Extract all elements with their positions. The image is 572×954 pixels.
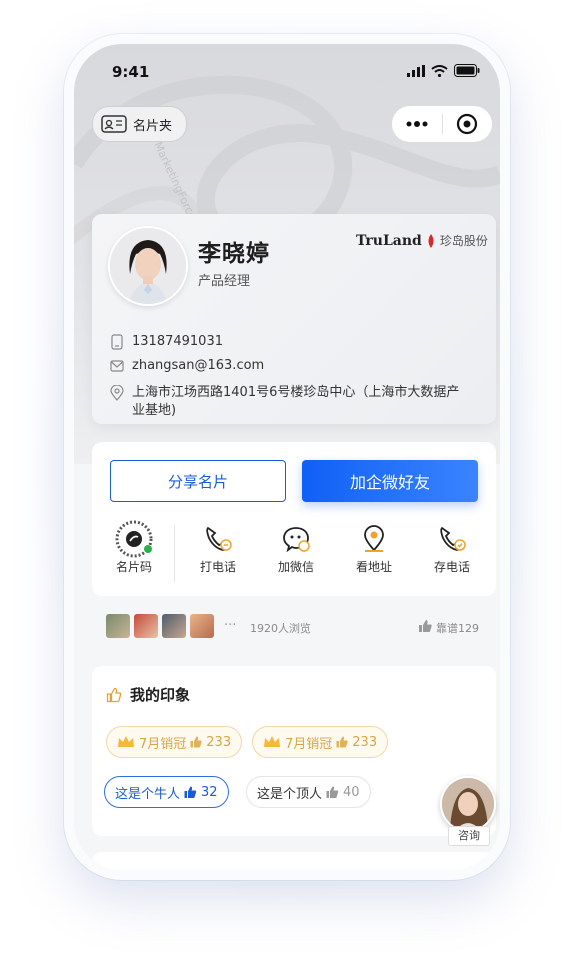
email-address: zhangsan@163.com xyxy=(132,358,265,373)
consult-float-button[interactable]: 咨询 xyxy=(440,776,496,846)
visitor-avatar[interactable] xyxy=(162,614,186,638)
company-logo: TruLand 珍岛股份 xyxy=(356,232,488,249)
avatar-portrait xyxy=(110,228,186,304)
impression-tag[interactable]: 7月销冠 233 xyxy=(106,726,243,758)
consult-label: 咨询 xyxy=(448,826,490,846)
crown-icon xyxy=(118,736,134,747)
consultant-portrait xyxy=(442,778,494,830)
impression-tag[interactable]: 这是个顶人 40 xyxy=(246,776,371,808)
cardholder-button[interactable]: 名片夹 xyxy=(92,106,188,142)
phone-number: 13187491031 xyxy=(132,334,223,349)
action-call[interactable]: 打电话 xyxy=(186,520,250,575)
tag-label: 这是个顶人 xyxy=(257,786,323,802)
impression-title: 我的印象 xyxy=(106,684,190,705)
phone-icon xyxy=(206,526,232,551)
screen: MarketingForce 9:41 名片夹 李晓婷 产品经理 TruLand… xyxy=(74,44,500,870)
email-row[interactable]: zhangsan@163.com xyxy=(110,358,264,374)
thumbs-up-outline-icon xyxy=(106,687,122,702)
visitors-more[interactable]: ··· xyxy=(224,618,236,633)
consultant-avatar xyxy=(440,776,496,832)
watermark-text: MarketingForce xyxy=(151,140,199,222)
action-view-address-label: 看地址 xyxy=(355,560,392,574)
location-pin-icon xyxy=(110,385,124,401)
person-name: 李晓婷 xyxy=(198,241,270,267)
visitors-row: ··· 1920人浏览 靠谱129 xyxy=(88,614,488,642)
logo-flame-icon xyxy=(428,233,434,248)
address-row[interactable]: 上海市江场西路1401号6号楼珍岛中心（上海市大数据产业基地) xyxy=(110,384,470,420)
mail-icon xyxy=(110,360,124,372)
next-section-card xyxy=(92,852,496,870)
avatar[interactable] xyxy=(108,226,188,306)
thumbs-up-icon[interactable] xyxy=(418,619,432,633)
location-icon xyxy=(364,525,384,552)
status-bar: 9:41 xyxy=(74,44,500,94)
qrcode-icon xyxy=(115,520,153,558)
card-holder-icon xyxy=(101,115,127,133)
share-card-button[interactable]: 分享名片 xyxy=(110,460,286,502)
phone-row[interactable]: 13187491031 xyxy=(110,334,223,350)
action-save-phone-label: 存电话 xyxy=(433,560,470,574)
close-miniprogram-button[interactable] xyxy=(443,113,493,135)
wifi-icon xyxy=(431,64,448,77)
save-phone-icon xyxy=(440,526,466,551)
wechat-icon xyxy=(283,527,310,553)
cardholder-label: 名片夹 xyxy=(133,118,173,134)
status-icons xyxy=(407,64,480,77)
tag-count: 32 xyxy=(201,784,218,800)
signal-icon xyxy=(407,64,425,77)
impression-tag-liked[interactable]: 这是个牛人 32 xyxy=(104,776,229,808)
action-call-label: 打电话 xyxy=(199,560,236,574)
action-view-address[interactable]: 看地址 xyxy=(342,520,406,575)
miniprogram-capsule xyxy=(392,106,492,142)
target-close-icon xyxy=(457,113,478,135)
tag-label: 7月销冠 xyxy=(285,736,333,752)
address-text: 上海市江场西路1401号6号楼珍岛中心（上海市大数据产业基地) xyxy=(132,385,460,418)
status-time: 9:41 xyxy=(112,63,150,81)
visitors-count: 1920人浏览 xyxy=(250,622,311,635)
crown-icon xyxy=(264,736,280,747)
action-add-wechat-label: 加微信 xyxy=(277,560,314,574)
thumbs-up-icon xyxy=(326,786,339,798)
likes-count: 靠谱129 xyxy=(436,622,479,635)
actions-panel: 分享名片 加企微好友 名片码 打电话 加微信 看地址 存电话 xyxy=(92,442,496,596)
impression-tag[interactable]: 7月销冠 233 xyxy=(252,726,389,758)
company-name: 珍岛股份 xyxy=(439,234,488,248)
tag-label: 7月销冠 xyxy=(139,736,187,752)
visitor-avatar[interactable] xyxy=(106,614,130,638)
add-wechat-work-button[interactable]: 加企微好友 xyxy=(302,460,478,502)
phone-frame: MarketingForce 9:41 名片夹 李晓婷 产品经理 TruLand… xyxy=(64,34,510,880)
more-button[interactable] xyxy=(392,120,442,128)
battery-icon xyxy=(454,64,480,77)
impression-panel: 我的印象 7月销冠 233 7月销冠 233 这是个牛人 32 这是个顶人 40 xyxy=(92,666,496,836)
more-dots-icon xyxy=(406,121,428,127)
action-qrcode-label: 名片码 xyxy=(115,560,152,574)
mobile-icon xyxy=(111,334,123,350)
visitor-avatar[interactable] xyxy=(190,614,214,638)
tag-label: 这是个牛人 xyxy=(115,786,181,802)
visitor-avatar[interactable] xyxy=(134,614,158,638)
thumbs-up-icon xyxy=(190,736,202,748)
action-save-phone[interactable]: 存电话 xyxy=(420,520,484,575)
tag-count: 40 xyxy=(343,784,360,800)
action-qrcode[interactable]: 名片码 xyxy=(102,520,166,575)
action-divider xyxy=(174,524,175,582)
company-brand: TruLand xyxy=(356,232,422,249)
thumbs-up-icon xyxy=(184,786,197,798)
action-add-wechat[interactable]: 加微信 xyxy=(264,520,328,575)
business-card: 李晓婷 产品经理 TruLand 珍岛股份 13187491031 zhangs… xyxy=(92,214,496,424)
thumbs-up-icon xyxy=(336,736,348,748)
tag-count: 233 xyxy=(206,734,232,750)
job-title: 产品经理 xyxy=(198,274,251,289)
tag-count: 233 xyxy=(352,734,378,750)
impression-title-text: 我的印象 xyxy=(130,686,191,704)
